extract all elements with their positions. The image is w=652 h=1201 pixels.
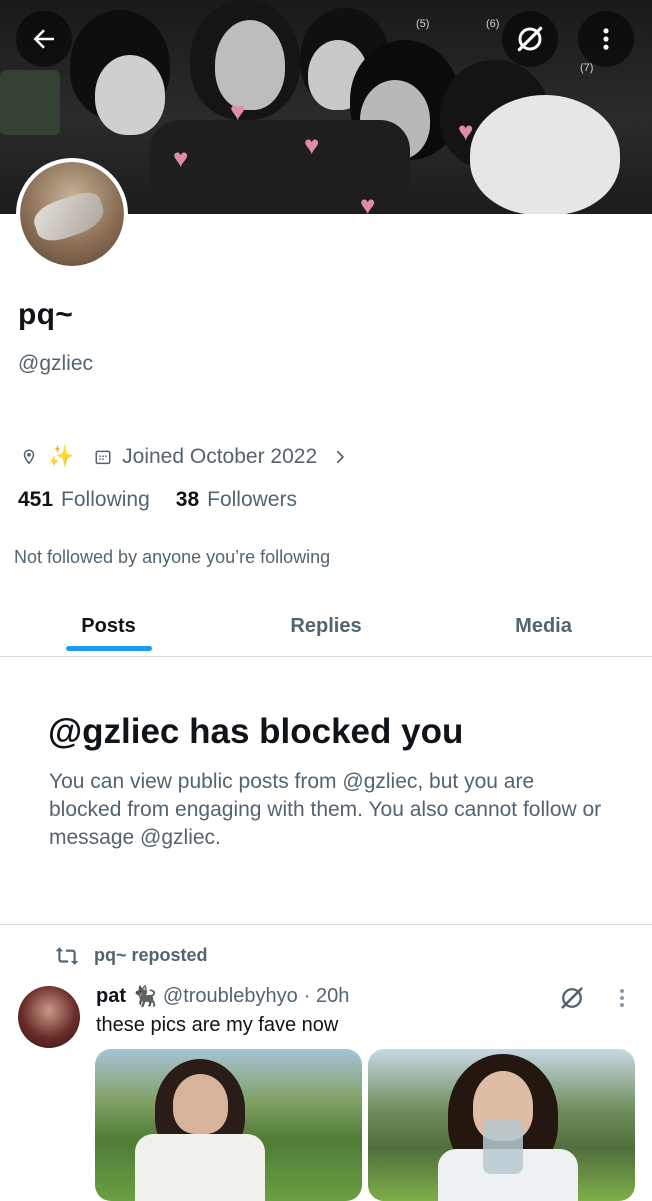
grok-icon[interactable] (558, 984, 586, 1012)
back-button[interactable] (16, 11, 72, 67)
banner-mark: (5) (416, 18, 430, 30)
following-link[interactable]: 451 Following (18, 488, 150, 512)
avatar-image (20, 162, 124, 266)
repost-context: pq~ reposted (54, 944, 208, 966)
banner-mark: (6) (486, 18, 500, 30)
profile-location: ✨ (48, 445, 75, 468)
grok-icon (517, 26, 543, 52)
more-button[interactable] (578, 11, 634, 67)
more-vertical-icon (603, 28, 609, 50)
post-author-emoji: 🐈‍⬛ (132, 986, 157, 1008)
blocked-message: You can view public posts from @gzliec, … (49, 770, 602, 849)
following-label: Following (61, 488, 150, 511)
profile-name: pq~ (18, 298, 74, 331)
followers-link[interactable]: 38 Followers (176, 488, 297, 512)
heart-icon: ♥ (304, 130, 320, 160)
heart-icon: ♥ (230, 96, 246, 126)
not-followed-notice: Not followed by anyone you’re following (14, 547, 331, 567)
profile-joined: Joined October 2022 (122, 445, 318, 468)
arrow-left-icon (33, 29, 54, 49)
post-header: pat 🐈‍⬛ @troublebyhyo · 20h (96, 984, 349, 1009)
profile-handle: @gzliec (18, 352, 94, 375)
divider (0, 924, 652, 925)
grok-button[interactable] (502, 11, 558, 67)
repost-label: pq~ reposted (94, 944, 208, 965)
banner-figure (215, 20, 285, 110)
followers-count: 38 (175, 488, 200, 511)
post-time[interactable]: · 20h (304, 985, 350, 1008)
post-author-handle[interactable]: @troublebyhyo (163, 985, 298, 1008)
banner-mark: (7) (580, 62, 594, 74)
profile-meta: ✨ Joined October 2022 (20, 442, 349, 472)
banner-figure (0, 70, 60, 135)
post-author-avatar[interactable] (18, 986, 80, 1048)
location-pin-icon (23, 449, 35, 465)
following-count: 451 (18, 488, 54, 511)
more-vertical-icon[interactable] (613, 986, 631, 1010)
followers-label: Followers (207, 488, 297, 511)
banner-figure (470, 95, 620, 214)
calendar-icon (95, 450, 111, 465)
follow-counts: 451 Following 38 Followers (18, 488, 297, 512)
heart-icon: ♥ (360, 190, 376, 214)
blocked-title: @gzliec has blocked you (48, 712, 464, 751)
post-text: these pics are my fave now (96, 1014, 339, 1036)
profile-avatar[interactable] (16, 158, 128, 270)
heart-icon: ♥ (458, 116, 474, 146)
tab-replies[interactable]: Replies (217, 596, 435, 656)
repost-icon (55, 947, 79, 965)
tab-media[interactable]: Media (435, 596, 652, 656)
active-tab-indicator (66, 646, 152, 651)
post-media-image[interactable] (368, 1049, 635, 1201)
banner-figure (95, 55, 165, 135)
post-author-name[interactable]: pat (96, 985, 126, 1008)
heart-icon: ♥ (173, 143, 189, 173)
profile-tabs: Posts Replies Media (0, 596, 652, 657)
post-media-image[interactable] (95, 1049, 362, 1201)
chevron-right-icon[interactable] (331, 447, 349, 467)
